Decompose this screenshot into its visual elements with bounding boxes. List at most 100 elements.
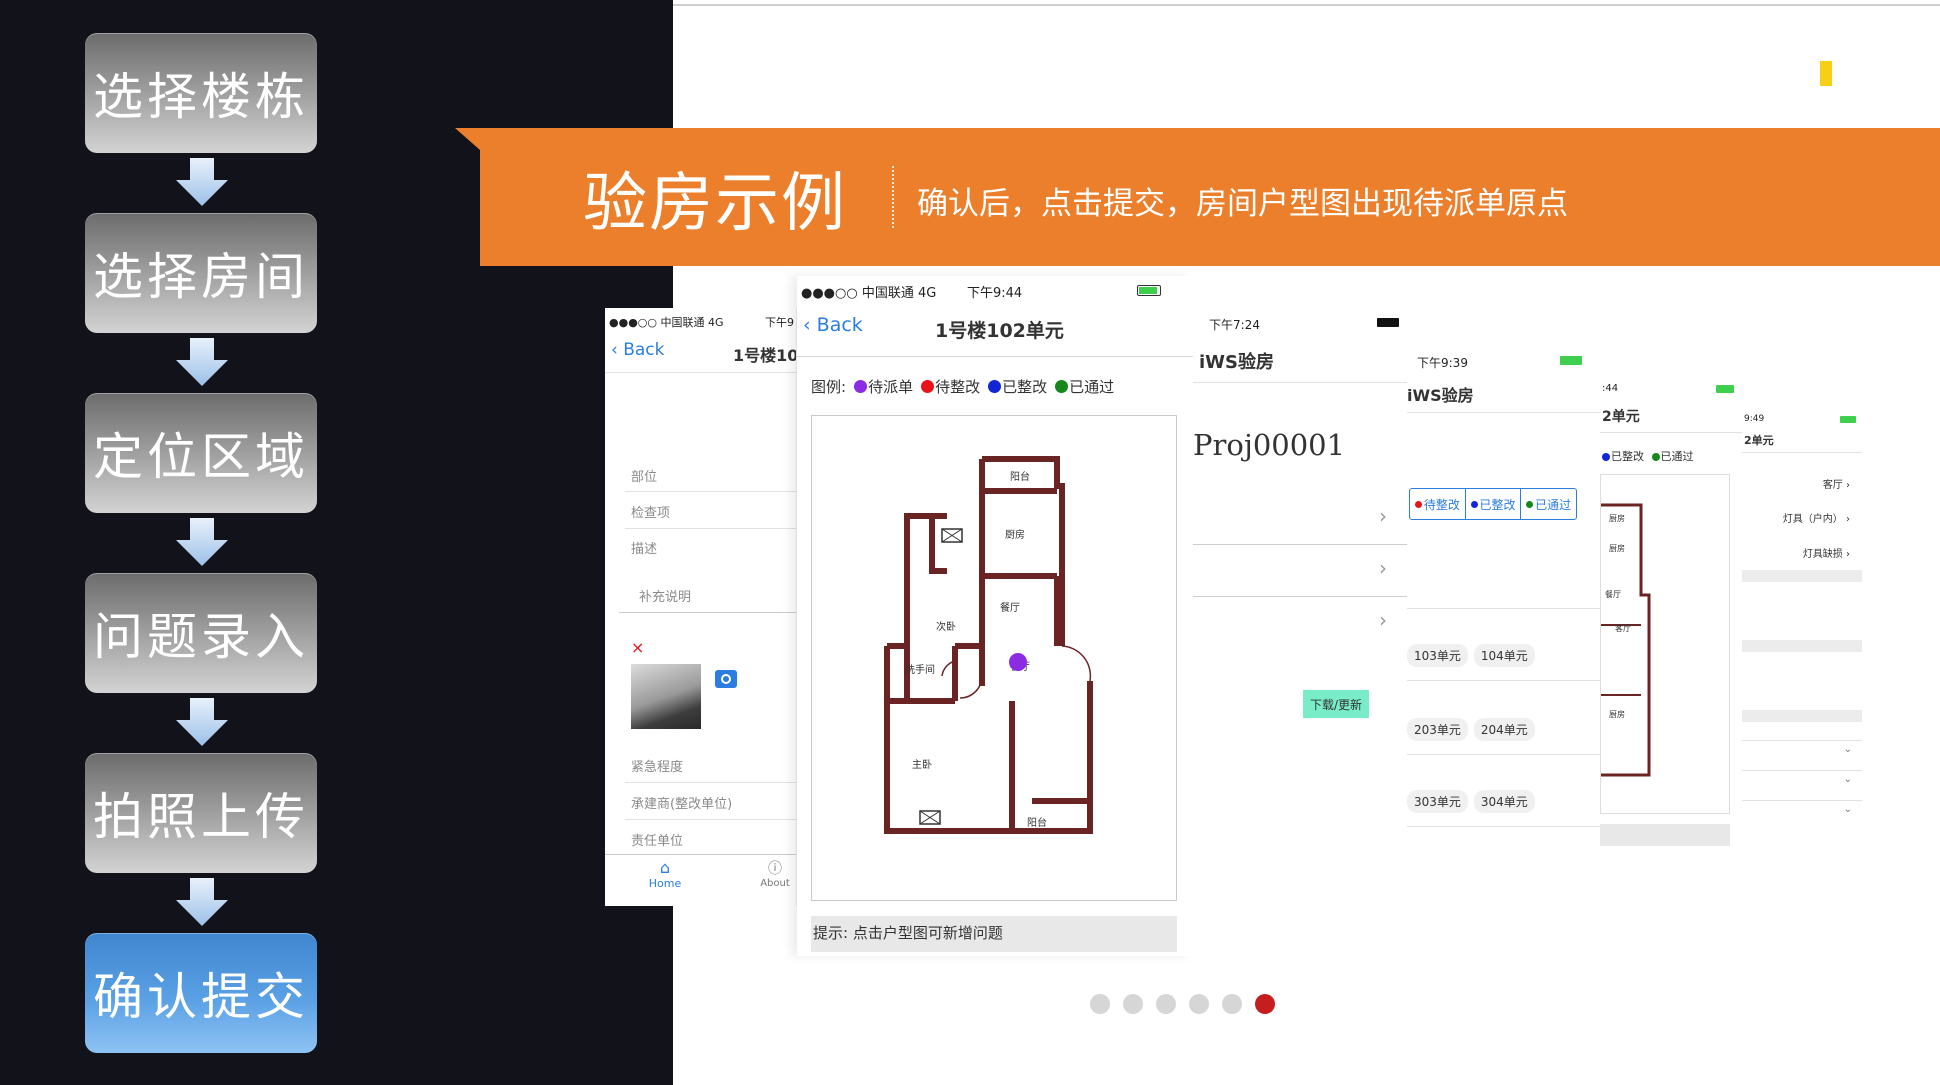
pagination-dot-active[interactable] xyxy=(1255,994,1275,1014)
chevron-left-icon: ‹ xyxy=(611,340,618,360)
battery-icon xyxy=(1560,356,1582,365)
section-gap xyxy=(1742,710,1862,722)
back-button[interactable]: ‹ Back xyxy=(611,340,665,360)
svg-text:厨房: 厨房 xyxy=(1609,709,1625,719)
divider xyxy=(1407,826,1600,827)
chevron-right-icon[interactable]: › xyxy=(1379,504,1387,528)
divider xyxy=(1193,382,1407,383)
divider xyxy=(625,819,796,820)
unit-row: 303单元 304单元 xyxy=(1407,790,1541,813)
list-item[interactable]: 客厅 › xyxy=(1823,476,1850,491)
filter-passed[interactable]: 已通过 xyxy=(1521,489,1576,519)
divider xyxy=(1600,432,1742,433)
accent-mark xyxy=(1820,61,1832,86)
pagination-dot[interactable] xyxy=(1189,994,1209,1014)
step-select-building[interactable]: 选择楼栋 xyxy=(85,33,317,153)
field-label: 承建商(整改单位) xyxy=(631,797,733,812)
filter-fixed[interactable]: 已整改 xyxy=(1466,489,1522,519)
pagination-dot[interactable] xyxy=(1090,994,1110,1014)
unit-chip[interactable]: 203单元 xyxy=(1407,718,1468,741)
supplement-field[interactable]: 补充说明 xyxy=(639,586,691,605)
status-filter[interactable]: 待整改 已整改 已通过 xyxy=(1409,488,1577,520)
status-time: :44 xyxy=(1602,383,1619,394)
screen-title: 1号楼10 xyxy=(733,346,797,365)
room-label: 阳台 xyxy=(1010,470,1030,483)
floorplan-drawing: 阳台 厨房 次卧 餐厅 洗手间 客厅 主卧 阳台 xyxy=(884,456,1093,834)
chevron-down-icon[interactable]: ⌄ xyxy=(1844,774,1852,785)
room-label: 洗手间 xyxy=(905,663,935,676)
divider xyxy=(625,782,796,783)
tab-home[interactable]: ⌂ Home xyxy=(635,858,695,890)
unit-chip[interactable]: 104单元 xyxy=(1473,644,1535,667)
top-divider xyxy=(673,4,1940,6)
download-update-button[interactable]: 下载/更新 xyxy=(1303,690,1369,718)
section-gap xyxy=(1742,570,1862,582)
chevron-right-icon[interactable]: › xyxy=(1379,608,1387,632)
chevron-down-icon[interactable]: ⌄ xyxy=(1844,804,1852,815)
pagination-dot[interactable] xyxy=(1123,994,1143,1014)
list-item[interactable]: 灯具缺损 › xyxy=(1803,545,1850,560)
screen-title: 2单元 xyxy=(1602,409,1640,425)
camera-icon[interactable] xyxy=(715,670,737,688)
down-arrow-icon xyxy=(176,878,228,926)
status-time: 下午9:44 xyxy=(967,286,1023,301)
screen-title: iWS验房 xyxy=(1407,386,1474,405)
pagination-dot[interactable] xyxy=(1222,994,1242,1014)
floorplan-drawing: 厨房 厨房 餐厅 客厅 厨房 xyxy=(1601,503,1651,777)
divider xyxy=(1407,412,1600,413)
divider xyxy=(1193,596,1407,597)
field-label: 检查项 xyxy=(631,506,671,521)
legend-dot xyxy=(1651,453,1660,461)
svg-text:客厅: 客厅 xyxy=(1615,623,1631,633)
list-item[interactable]: 灯具（户内） › xyxy=(1783,510,1850,525)
info-icon: ⓘ xyxy=(768,861,782,877)
tab-about[interactable]: ⓘ About xyxy=(750,858,796,889)
battery-icon xyxy=(1137,285,1161,296)
svg-text:厨房: 厨房 xyxy=(1609,543,1625,553)
unit-row: 203单元 204单元 xyxy=(1407,718,1541,741)
chevron-left-icon: ‹ xyxy=(803,314,811,336)
unit-chip[interactable]: 204单元 xyxy=(1473,718,1535,741)
step-locate-area[interactable]: 定位区域 xyxy=(85,393,317,513)
divider xyxy=(1742,452,1862,453)
phone-screen-main: ●●●○○ 中国联通 4G 下午9:44 ‹ Back 1号楼102单元 图例:… xyxy=(797,276,1193,956)
unit-chip[interactable]: 303单元 xyxy=(1407,790,1468,813)
screen-title: iWS验房 xyxy=(1199,352,1274,373)
hint-bar xyxy=(1600,824,1730,846)
phone-screen-3: 下午7:24 iWS验房 Proj00001 › › › 下载/更新 xyxy=(1193,308,1407,906)
pagination-dot[interactable] xyxy=(1156,994,1176,1014)
down-arrow-icon xyxy=(176,698,228,746)
chevron-right-icon[interactable]: › xyxy=(1379,556,1387,580)
step-record-issue[interactable]: 问题录入 xyxy=(85,573,317,693)
unit-chip[interactable]: 304单元 xyxy=(1473,790,1535,813)
room-label: 厨房 xyxy=(1005,528,1025,541)
delete-photo-icon[interactable]: × xyxy=(631,638,644,657)
status-time: 下午9 xyxy=(765,316,794,329)
divider xyxy=(1193,544,1407,545)
step-select-room[interactable]: 选择房间 xyxy=(85,213,317,333)
back-button[interactable]: ‹ Back xyxy=(803,314,863,336)
step-confirm-submit[interactable]: 确认提交 xyxy=(85,933,317,1053)
floorplan-frame[interactable]: 厨房 厨房 餐厅 客厅 厨房 xyxy=(1600,474,1730,814)
status-time: 9:49 xyxy=(1744,414,1765,424)
filter-pending[interactable]: 待整改 xyxy=(1410,489,1466,519)
divider xyxy=(1407,680,1600,681)
divider xyxy=(1742,740,1862,741)
divider xyxy=(1407,608,1600,609)
chevron-down-icon[interactable]: ⌄ xyxy=(1844,744,1852,755)
battery-icon xyxy=(1377,318,1399,327)
pending-dispatch-marker[interactable] xyxy=(1009,653,1027,671)
unit-chip[interactable]: 103单元 xyxy=(1407,644,1468,667)
battery-icon xyxy=(1840,416,1856,423)
photo-thumbnail[interactable] xyxy=(631,664,701,729)
step-upload-photo[interactable]: 拍照上传 xyxy=(85,753,317,873)
divider xyxy=(1742,800,1862,801)
divider xyxy=(605,372,796,373)
room-label: 餐厅 xyxy=(1000,601,1020,614)
floorplan-frame[interactable]: 阳台 厨房 次卧 餐厅 洗手间 客厅 主卧 阳台 xyxy=(811,415,1177,901)
unit-row: 103单元 104单元 xyxy=(1407,644,1541,667)
divider xyxy=(625,491,796,492)
legend-dot xyxy=(1602,453,1610,461)
phone-screen-1: ●●●○○ 中国联通 4G 下午9 ‹ Back 1号楼10 部位 检查项 描述… xyxy=(605,308,797,906)
banner-subtitle: 确认后，点击提交，房间户型图出现待派单原点 xyxy=(917,186,1568,222)
